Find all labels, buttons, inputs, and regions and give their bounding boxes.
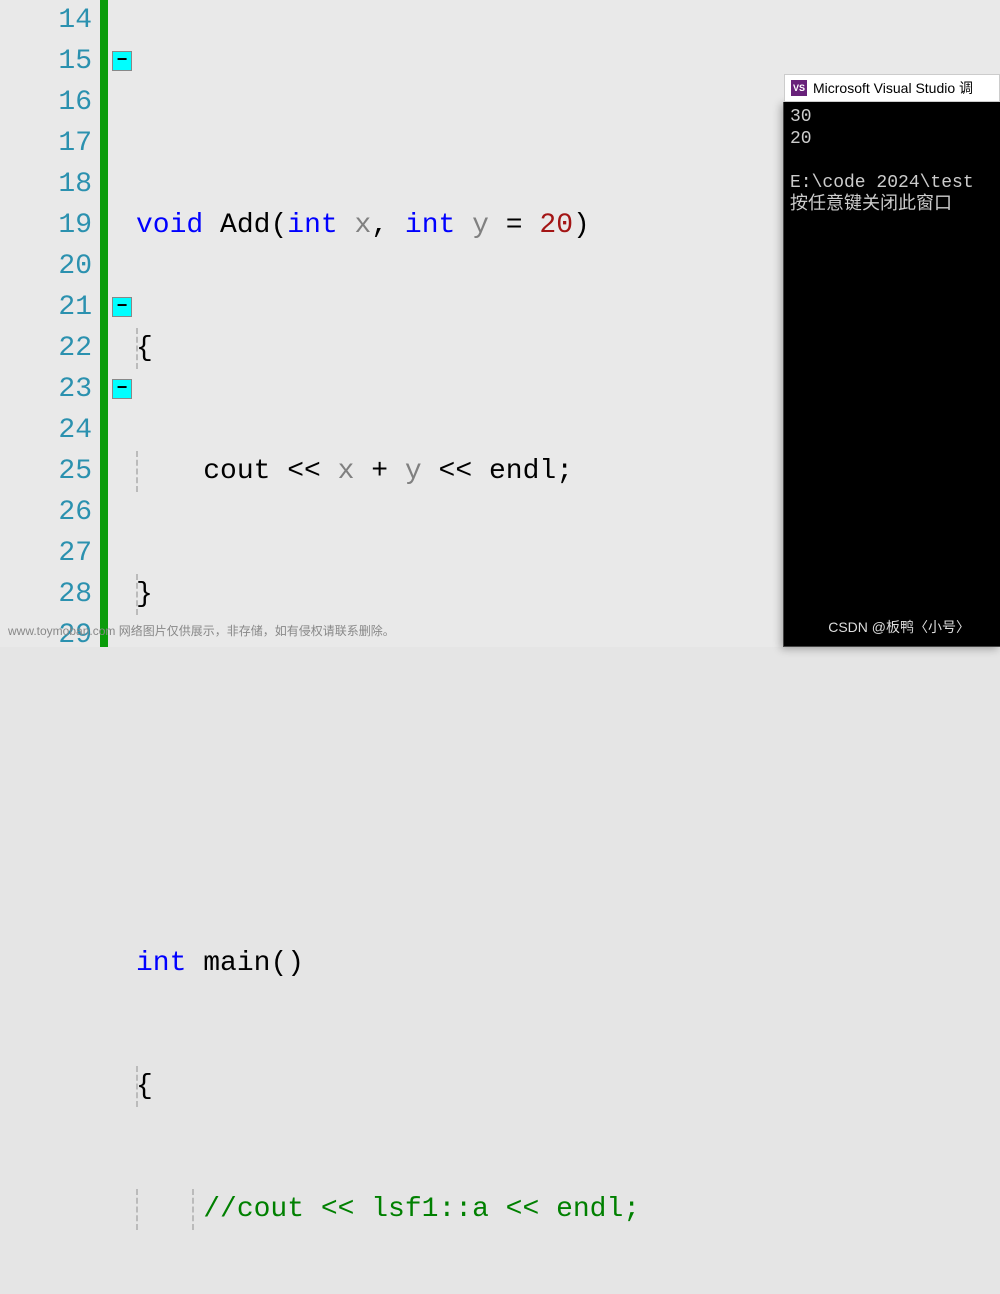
fold-column: − − − <box>108 0 136 647</box>
fold-toggle-icon[interactable]: − <box>112 379 132 399</box>
operator: = <box>506 210 523 241</box>
change-indicator-bar <box>100 0 108 647</box>
operator: << <box>439 456 473 487</box>
function-name: Add <box>220 210 270 241</box>
line-number-gutter: 14 15 16 17 18 19 20 21 22 23 24 25 26 2… <box>0 0 100 647</box>
line-number: 17 <box>0 123 92 164</box>
keyword: int <box>136 948 186 979</box>
line-number: 21 <box>0 287 92 328</box>
watermark-right: CSDN @板鸭〈小号〉 <box>828 617 970 637</box>
line-number: 24 <box>0 410 92 451</box>
fold-toggle-icon[interactable]: − <box>112 297 132 317</box>
type: int <box>405 210 455 241</box>
line-number: 18 <box>0 164 92 205</box>
line-number: 14 <box>0 0 92 41</box>
number: 20 <box>539 210 573 241</box>
visual-studio-icon: VS <box>791 80 807 96</box>
output-line: E:\code 2024\test <box>790 173 974 193</box>
console-window[interactable]: VS Microsoft Visual Studio 调 30 20 E:\co… <box>783 102 1000 647</box>
parens: () <box>270 948 304 979</box>
comment: //cout << lsf1::a << endl; <box>203 1194 640 1225</box>
line-number: 16 <box>0 82 92 123</box>
output-line: 按任意键关闭此窗口 <box>790 195 952 215</box>
console-titlebar[interactable]: VS Microsoft Visual Studio 调 <box>784 74 1000 102</box>
identifier: x <box>338 456 355 487</box>
console-title-text: Microsoft Visual Studio 调 <box>813 78 973 98</box>
operator: + <box>371 456 388 487</box>
brace: { <box>136 333 153 364</box>
output-line: 30 <box>790 107 812 127</box>
line-number: 28 <box>0 574 92 615</box>
output-line: 20 <box>790 129 812 149</box>
line-number: 23 <box>0 369 92 410</box>
line-number: 25 <box>0 451 92 492</box>
identifier: y <box>405 456 422 487</box>
param: x <box>355 210 372 241</box>
fold-toggle-icon[interactable]: − <box>112 51 132 71</box>
type: int <box>287 210 337 241</box>
line-number: 15 <box>0 41 92 82</box>
line-number: 19 <box>0 205 92 246</box>
brace: } <box>136 579 153 610</box>
watermark-left: www.toymoban.com 网络图片仅供展示，非存储，如有侵权请联系删除。 <box>8 622 395 639</box>
line-number: 22 <box>0 328 92 369</box>
identifier: cout <box>203 456 270 487</box>
console-output: 30 20 E:\code 2024\test 按任意键关闭此窗口 <box>784 102 1000 220</box>
param: y <box>472 210 489 241</box>
brace: { <box>136 1071 153 1102</box>
line-number: 27 <box>0 533 92 574</box>
operator: << <box>287 456 321 487</box>
line-number: 20 <box>0 246 92 287</box>
line-number: 26 <box>0 492 92 533</box>
semicolon: ; <box>556 456 573 487</box>
identifier: endl <box>489 456 556 487</box>
function-name: main <box>203 948 270 979</box>
keyword: void <box>136 210 203 241</box>
